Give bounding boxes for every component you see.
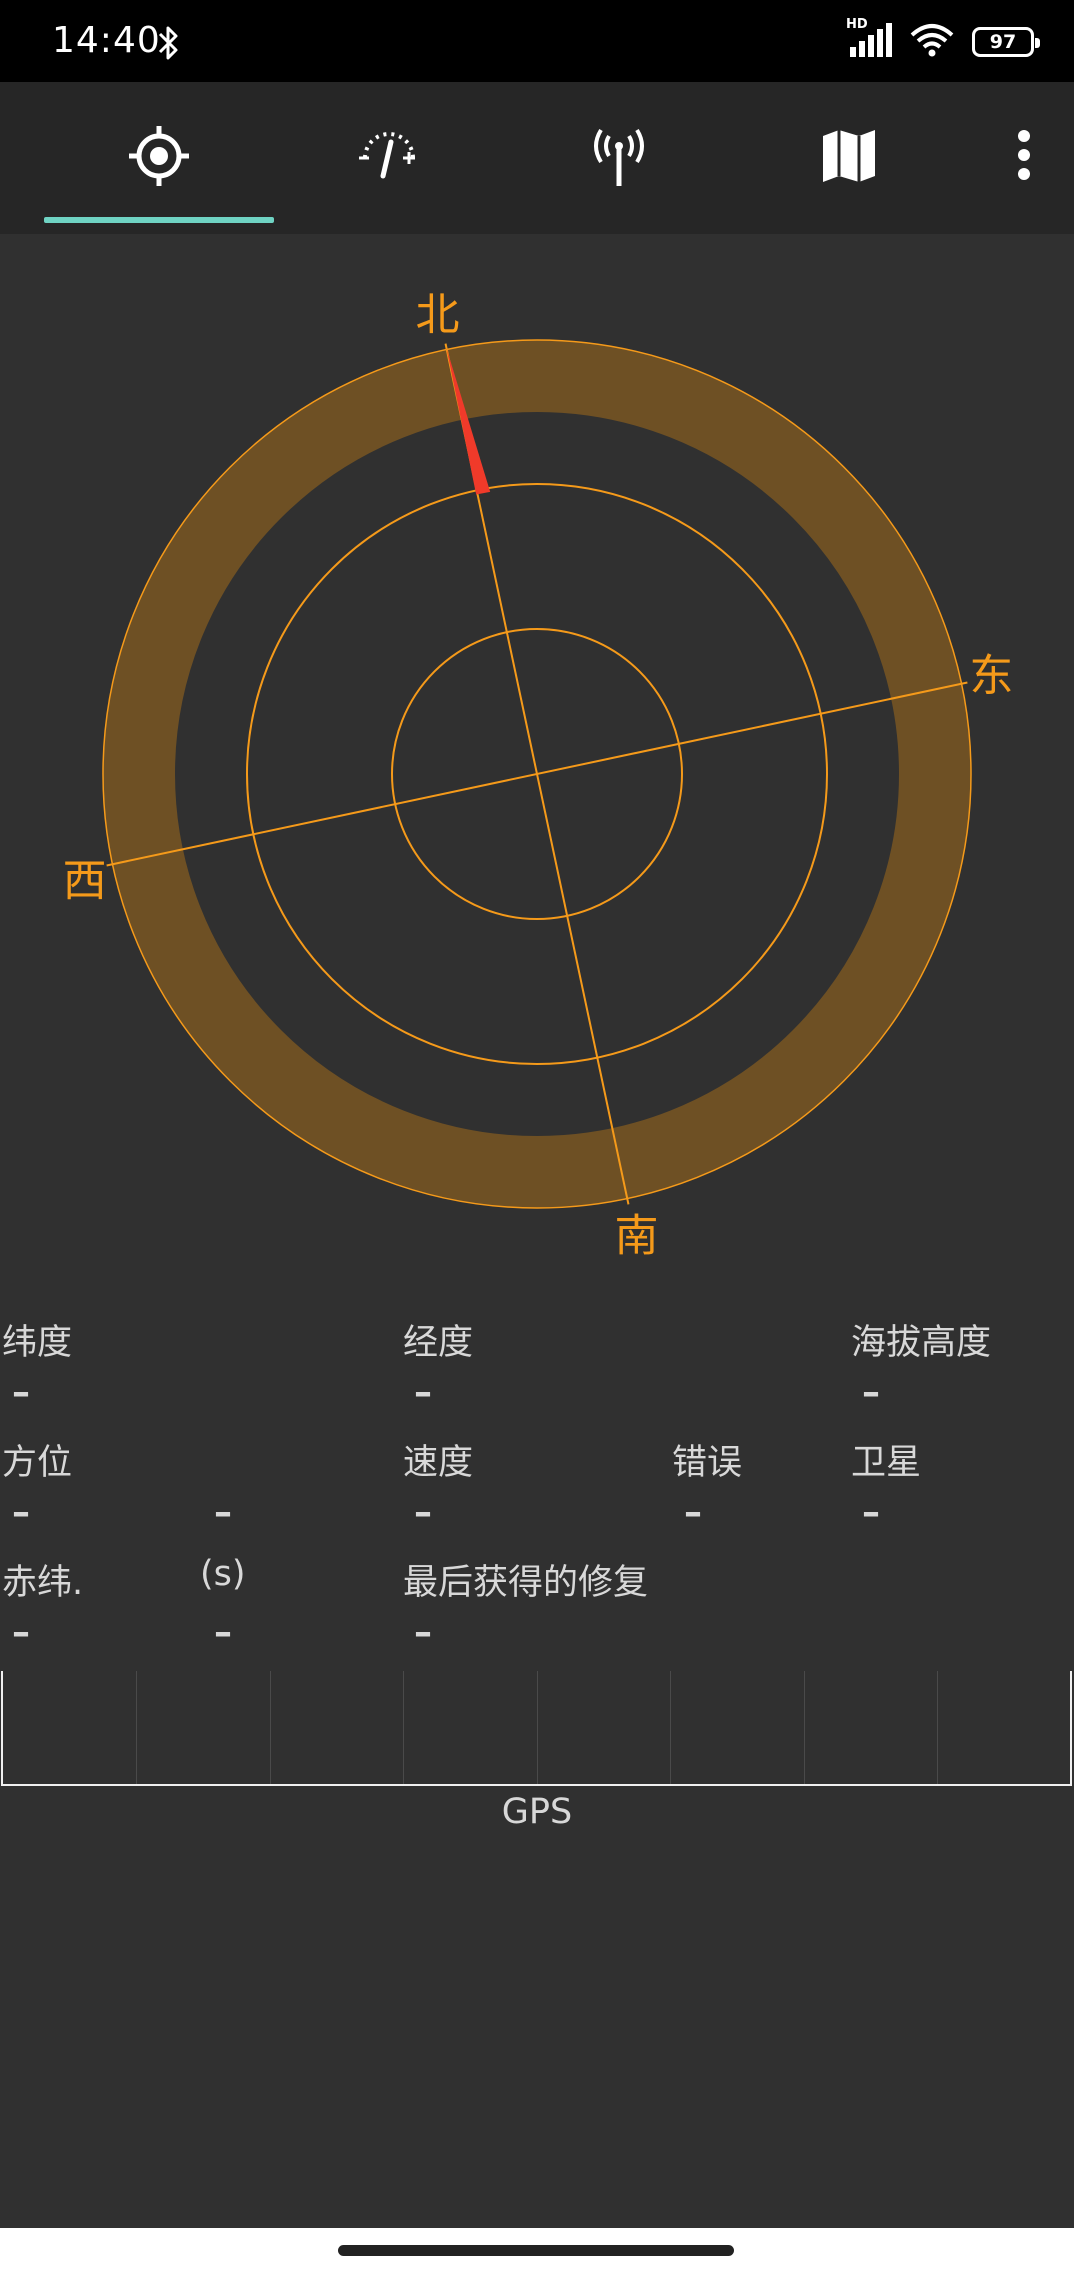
satellites-value: – <box>862 1492 880 1533</box>
speed-value: – <box>414 1492 432 1533</box>
error-label: 错误 <box>672 1443 743 1483</box>
antenna-icon <box>591 124 647 192</box>
compass-east-label: 东 <box>969 651 1013 702</box>
battery-icon: 97 <box>972 27 1040 57</box>
signal-grid-line <box>270 1671 271 1784</box>
gps-signal-chart <box>1 1671 1072 1786</box>
tab-satellites[interactable] <box>504 82 734 234</box>
status-bar: 14:40 HD 97 <box>0 0 1074 82</box>
longitude-value: – <box>414 1372 432 1413</box>
compass-north-label: 北 <box>416 290 460 341</box>
signal-grid-line <box>403 1671 404 1784</box>
hd-label: HD <box>846 17 868 32</box>
tab-location[interactable] <box>44 82 274 234</box>
longitude-label: 经度 <box>403 1323 474 1363</box>
bluetooth-icon <box>154 22 184 68</box>
speed-label: 速度 <box>403 1443 474 1483</box>
latitude-value: – <box>12 1372 30 1413</box>
signal-grid-line <box>804 1671 805 1784</box>
signal-grid-line <box>136 1671 137 1784</box>
bearing-label: 方位 <box>2 1443 73 1483</box>
seconds-value: – <box>214 1612 232 1653</box>
location-target-icon <box>127 124 191 192</box>
compass: 北 东 南 西 <box>0 234 1074 1274</box>
signal-grid-line <box>670 1671 671 1784</box>
wifi-icon <box>910 23 954 61</box>
active-tab-indicator <box>44 217 274 223</box>
overflow-menu-button[interactable] <box>1004 122 1044 192</box>
compass-south-label: 南 <box>614 1210 658 1261</box>
tab-map[interactable] <box>734 82 964 234</box>
status-icons: HD 97 <box>846 17 1040 66</box>
declination-label: 赤纬. <box>2 1563 84 1603</box>
map-icon <box>821 128 877 188</box>
last-fix-label: 最后获得的修复 <box>403 1563 649 1603</box>
status-time: 14:40 <box>52 20 161 61</box>
more-vertical-icon <box>1017 129 1031 185</box>
bearing-value: – <box>12 1492 30 1533</box>
speedometer-icon <box>357 128 421 188</box>
signal-icon: HD <box>846 17 892 61</box>
signal-grid-line <box>537 1671 538 1784</box>
satellites-label: 卫星 <box>851 1443 922 1483</box>
altitude-label: 海拔高度 <box>851 1323 992 1363</box>
declination-value: – <box>12 1612 30 1653</box>
altitude-value: – <box>862 1372 880 1413</box>
gps-label: GPS <box>501 1792 573 1832</box>
compass-west-label: 西 <box>63 855 107 906</box>
error-value: – <box>684 1492 702 1533</box>
seconds-label: (s) <box>200 1554 246 1594</box>
last-fix-value: – <box>414 1612 432 1653</box>
compass-ew-axis <box>106 681 968 867</box>
home-gesture-handle[interactable] <box>338 2245 734 2256</box>
tab-bar <box>0 82 1074 234</box>
signal-grid-line <box>937 1671 938 1784</box>
tab-speedometer[interactable] <box>274 82 504 234</box>
bearing-secondary-value: – <box>214 1492 232 1533</box>
latitude-label: 纬度 <box>2 1323 73 1363</box>
navigation-bar <box>0 2228 1074 2274</box>
